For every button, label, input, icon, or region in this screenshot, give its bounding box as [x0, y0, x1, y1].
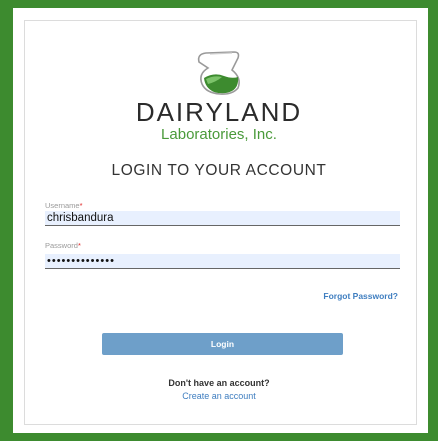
username-label: Username*: [45, 201, 83, 210]
no-account-text: Don't have an account?: [168, 378, 270, 388]
password-label: Password*: [45, 241, 81, 250]
password-label-text: Password: [45, 241, 78, 250]
username-field[interactable]: [45, 211, 400, 226]
username-label-text: Username: [45, 201, 80, 210]
forgot-password-link[interactable]: Forgot Password?: [323, 291, 398, 301]
login-button[interactable]: Login: [102, 333, 343, 355]
create-account-link[interactable]: Create an account: [0, 391, 438, 402]
brand-subtitle: Laboratories, Inc.: [161, 126, 277, 143]
required-marker: *: [77, 241, 81, 250]
flask-icon: [194, 48, 250, 96]
page-title: LOGIN TO YOUR ACCOUNT: [111, 162, 327, 179]
password-field[interactable]: [45, 254, 400, 269]
required-marker: *: [79, 201, 83, 210]
brand-name: DAIRYLAND: [135, 97, 303, 127]
